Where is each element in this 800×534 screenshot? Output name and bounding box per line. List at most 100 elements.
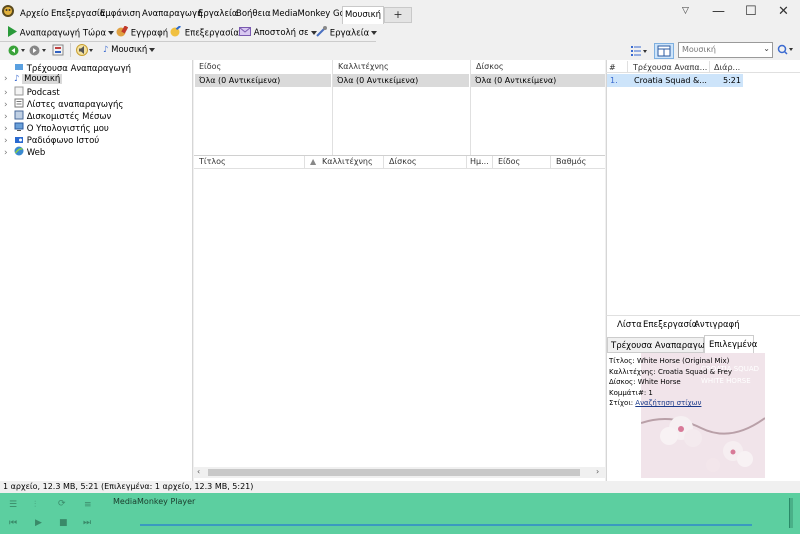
play-icon[interactable]: ▶: [35, 518, 42, 528]
tree-label: Ο Υπολογιστής μου: [26, 124, 109, 134]
info-artist: Καλλιτέχνης: Croatia Squad & Frey: [609, 367, 732, 376]
layout-toggle-button[interactable]: [654, 43, 674, 59]
grid-header-artist[interactable]: Καλλιτέχνης: [322, 157, 373, 166]
album-all-row[interactable]: Όλα (0 Αντικείμενα): [471, 74, 605, 87]
burn-label: Εγγραφή: [130, 28, 169, 39]
tree-item-web[interactable]: › Web: [4, 146, 45, 158]
list-view-icon[interactable]: [631, 45, 649, 59]
tree-label: Podcast: [26, 88, 60, 98]
now-playing-footer: Λίστα Επεξεργασία Αντιγραφή: [606, 315, 800, 333]
send-to-button[interactable]: Αποστολή σε: [239, 26, 317, 39]
stop-icon[interactable]: ■: [59, 518, 68, 528]
now-playing-row[interactable]: 1. Croatia Squad &... 5:21: [607, 74, 743, 87]
sort-ascending-icon: ▲: [310, 157, 317, 166]
info-title: Τίτλος: White Horse (Original Mix): [609, 357, 730, 365]
column-header-album[interactable]: Δίσκος: [476, 62, 504, 74]
search-dropdown-icon[interactable]: ⌄: [763, 44, 770, 53]
edit-button[interactable]: Επεξεργασία: [170, 25, 240, 40]
mediamonkey-logo-icon[interactable]: [1, 4, 15, 21]
edit-label: Επεξεργασία: [184, 28, 240, 39]
seek-bar[interactable]: [140, 524, 752, 526]
minimize-button[interactable]: —: [712, 4, 725, 19]
genre-all-row[interactable]: Όλα (0 Αντικείμενα): [195, 74, 331, 87]
scroll-left-icon[interactable]: ‹: [197, 467, 200, 476]
add-tab-button[interactable]: +: [384, 7, 412, 23]
chevron-down-icon[interactable]: ▽: [682, 6, 689, 16]
play-now-label: Αναπαραγωγή Τώρα: [19, 28, 107, 39]
volume-icon[interactable]: [76, 44, 96, 59]
send-to-label: Αποστολή σε: [253, 28, 309, 38]
header-divider: [627, 61, 628, 73]
music-note-icon: ♪: [14, 74, 20, 84]
volume-slider[interactable]: [789, 498, 793, 528]
breadcrumb-label: Μουσική: [111, 45, 148, 55]
copy-button[interactable]: Αντιγραφή: [694, 320, 740, 330]
grid-header-date[interactable]: Ημ...: [470, 157, 489, 166]
back-button[interactable]: [8, 45, 28, 59]
next-icon[interactable]: ⏭: [83, 518, 91, 528]
repeat-icon[interactable]: ⟳: [58, 499, 66, 509]
search-icon[interactable]: [777, 44, 795, 59]
tools-button[interactable]: Εργαλεία: [316, 26, 378, 40]
menu-play[interactable]: Αναπαραγωγή: [142, 9, 202, 19]
scroll-right-icon[interactable]: ›: [596, 467, 599, 476]
scrollbar-thumb[interactable]: [208, 469, 580, 476]
menu-tools[interactable]: Εργαλεία: [198, 9, 238, 19]
menu-edit[interactable]: Επεξεργασία: [51, 9, 105, 19]
tree-item-web-radio[interactable]: › Ραδιόφωνο Ιστού: [4, 134, 99, 146]
player-bar: ☰ ⫶ ⟳ ≡ MediaMonkey Player ⏮ ▶ ■ ⏭: [0, 493, 800, 534]
edit-list-button[interactable]: Επεξεργασία: [643, 320, 697, 330]
np-row-title: Croatia Squad &...: [634, 76, 707, 85]
header-divider: [466, 156, 467, 169]
np-header-number[interactable]: #: [609, 63, 616, 72]
tab-selected-info[interactable]: Επιλεγμένα: [704, 335, 757, 353]
artist-all-row[interactable]: Όλα (0 Αντικείμενα): [333, 74, 469, 87]
menu-help[interactable]: Βοήθεια: [236, 9, 271, 19]
tree-item-music[interactable]: › ♪ Μουσική: [4, 74, 63, 86]
main-content: [194, 60, 605, 481]
menu-bar: Αρχείο Επεξεργασία Εμφάνιση Αναπαραγωγή …: [0, 0, 800, 24]
burn-button[interactable]: Εγγραφή: [116, 25, 169, 40]
list-button[interactable]: Λίστα: [617, 320, 642, 330]
edit-icon: [170, 25, 182, 40]
menu-icon[interactable]: ≡: [84, 500, 92, 510]
main-toolbar: Αναπαραγωγή Τώρα Εγγραφή Επεξεργασία Απο…: [0, 24, 378, 42]
search-input[interactable]: Μουσική ⌄: [678, 42, 773, 58]
lyrics-search-link[interactable]: Αναζήτηση στίχων: [635, 399, 701, 407]
grid-header-rating[interactable]: Βαθμός: [556, 157, 586, 166]
node-breadcrumb[interactable]: ♪ Μουσική: [103, 45, 156, 55]
menu-file[interactable]: Αρχείο: [20, 9, 49, 19]
search-placeholder: Μουσική: [682, 45, 716, 54]
column-header-artist[interactable]: Καλλιτέχνης: [338, 62, 389, 74]
grid-header-title[interactable]: Τίτλος: [199, 157, 226, 166]
maximize-button[interactable]: ☐: [745, 4, 757, 19]
forward-button[interactable]: [29, 45, 49, 59]
options-icon[interactable]: [52, 44, 64, 59]
tab-now-playing-info[interactable]: Τρέχουσα Αναπαραγωγή: [607, 337, 715, 353]
np-row-duration: 5:21: [723, 76, 741, 85]
menu-gold[interactable]: MediaMonkey Gold: [272, 9, 353, 19]
np-header-title[interactable]: Τρέχουσα Αναπα...: [633, 63, 707, 72]
menu-view[interactable]: Εμφάνιση: [100, 9, 140, 19]
equalizer-icon[interactable]: ⫶: [34, 500, 36, 510]
column-header-genre[interactable]: Είδος: [199, 62, 221, 74]
tree-label: Ραδιόφωνο Ιστού: [26, 136, 100, 146]
close-button[interactable]: ✕: [778, 4, 789, 19]
previous-icon[interactable]: ⏮: [9, 518, 17, 528]
tree-label: Τρέχουσα Αναπαραγωγή: [26, 64, 132, 74]
tree-item-podcast[interactable]: › Podcast: [4, 86, 60, 98]
tree-item-media-servers[interactable]: › Δισκομιστές Μέσων: [4, 110, 111, 122]
play-now-button[interactable]: Αναπαραγωγή Τώρα: [8, 26, 115, 40]
tree-item-playlists[interactable]: › Λίστες αναπαραγωγής: [4, 98, 123, 110]
tree-item-now-playing[interactable]: Τρέχουσα Αναπαραγωγή: [4, 62, 131, 74]
tree-item-my-computer[interactable]: › Ο Υπολογιστής μου: [4, 122, 109, 134]
grid-header-genre[interactable]: Είδος: [498, 157, 520, 166]
library-tree: Τρέχουσα Αναπαραγωγή › ♪ Μουσική › Podcas…: [0, 60, 193, 481]
tab-music[interactable]: Μουσική: [342, 6, 384, 24]
play-icon: [8, 26, 17, 40]
header-divider: [492, 156, 493, 169]
np-header-duration[interactable]: Διάρ...: [714, 63, 740, 72]
playlist-icon[interactable]: ☰: [9, 500, 17, 510]
grid-header-album[interactable]: Δίσκος: [389, 157, 417, 166]
horizontal-scrollbar[interactable]: ‹ ›: [194, 467, 605, 478]
